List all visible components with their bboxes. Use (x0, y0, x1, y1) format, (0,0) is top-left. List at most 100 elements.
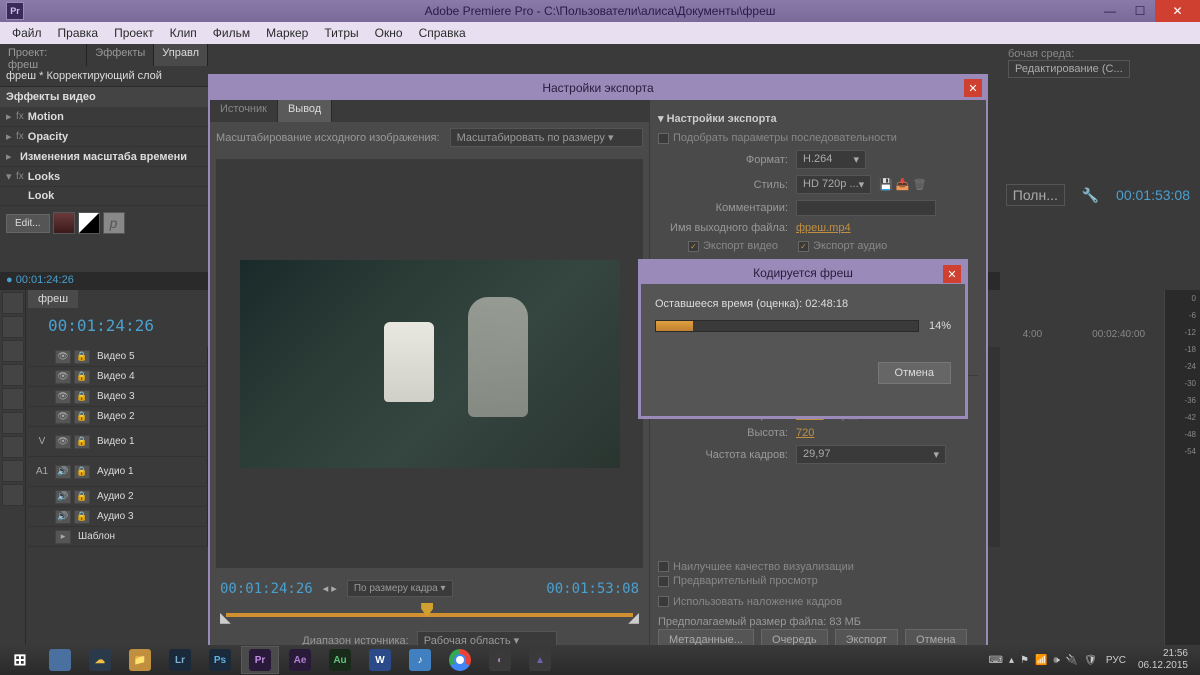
hand-tool[interactable] (2, 460, 24, 482)
frame-blend-check[interactable]: Использовать наложение кадров (658, 596, 842, 608)
format-dropdown[interactable]: H.264▾ (796, 150, 866, 169)
eye-icon[interactable]: 👁 (55, 350, 71, 364)
export-audio-check[interactable]: ✓Экспорт аудио (798, 240, 887, 252)
fps-dropdown[interactable]: 29,97▾ (796, 445, 946, 464)
encoding-cancel-button[interactable]: Отмена (878, 362, 951, 384)
mute-icon[interactable]: 🔊 (55, 465, 71, 479)
tab-project[interactable]: Проект: фреш (0, 44, 87, 66)
taskbar-app[interactable]: W (361, 646, 399, 674)
tray-icon[interactable]: 🕪 (1053, 655, 1059, 666)
workspace-dropdown[interactable]: Редактирование (С... (1008, 60, 1130, 78)
preview-tc-out[interactable]: 00:01:53:08 (546, 581, 639, 597)
taskbar-app[interactable]: Ae (281, 646, 319, 674)
tab-effects[interactable]: Эффекты (87, 44, 154, 66)
clock[interactable]: 21:56 06.12.2015 (1132, 648, 1194, 672)
tray-icon[interactable]: 📶 (1035, 655, 1047, 666)
taskbar-app[interactable]: Lr (161, 646, 199, 674)
output-name-link[interactable]: фреш.mp4 (796, 222, 851, 234)
minimize-button[interactable]: — (1095, 0, 1125, 22)
encoding-titlebar[interactable]: Кодируется фреш ✕ (641, 262, 965, 284)
eye-icon[interactable]: 👁 (55, 370, 71, 384)
best-quality-check[interactable]: Наилучшее качество визуализации (658, 561, 854, 573)
close-button[interactable]: ✕ (1155, 0, 1200, 22)
export-close-button[interactable]: ✕ (964, 79, 982, 97)
look-thumb-2[interactable] (78, 212, 100, 234)
taskbar-app[interactable]: Pr (241, 646, 279, 674)
lock-icon[interactable]: 🔒 (74, 510, 90, 524)
tab-output[interactable]: Вывод (278, 100, 332, 122)
preview-tc-in[interactable]: 00:01:24:26 (220, 581, 313, 597)
pen-tool[interactable] (2, 436, 24, 458)
slip-tool[interactable] (2, 412, 24, 434)
lock-icon[interactable]: 🔒 (74, 350, 90, 364)
look-thumb-1[interactable] (53, 212, 75, 234)
fit-dropdown[interactable]: По размеру кадра ▾ (347, 580, 453, 597)
lock-icon[interactable]: 🔒 (74, 390, 90, 404)
in-point-icon[interactable]: ◣ (220, 609, 231, 626)
taskbar-app[interactable]: ☁ (81, 646, 119, 674)
play-icon[interactable]: ◂ ▸ (323, 582, 337, 595)
menu-sequence[interactable]: Фильм (205, 24, 258, 42)
menu-edit[interactable]: Правка (50, 24, 107, 42)
tab-effect-controls[interactable]: Управл (154, 44, 208, 66)
effect-looks[interactable]: ▾fxLooks (0, 167, 208, 187)
menu-clip[interactable]: Клип (162, 24, 205, 42)
taskbar-app[interactable]: Ps (201, 646, 239, 674)
menu-file[interactable]: Файл (4, 24, 50, 42)
quality-dropdown[interactable]: Полн... (1006, 184, 1065, 206)
razor-tool[interactable] (2, 388, 24, 410)
eye-icon[interactable]: 👁 (55, 410, 71, 424)
preview-timeline[interactable]: ◣ ◢ (220, 603, 639, 627)
export-video-check[interactable]: ✓Экспорт видео (688, 240, 778, 252)
scale-dropdown[interactable]: Масштабировать по размеру ▾ (450, 128, 643, 147)
menu-window[interactable]: Окно (367, 24, 411, 42)
preset-dropdown[interactable]: HD 720p ...▾ (796, 175, 871, 194)
menu-marker[interactable]: Маркер (258, 24, 316, 42)
effect-motion[interactable]: ▸fxMotion (0, 107, 208, 127)
effect-time-remap[interactable]: ▸Изменения масштаба времени (0, 147, 208, 167)
comments-input[interactable] (796, 200, 936, 216)
tab-source[interactable]: Источник (210, 100, 278, 122)
language-indicator[interactable]: РУС (1106, 655, 1126, 666)
use-preview-check[interactable]: Предварительный просмотр (658, 575, 818, 587)
timeline-tab[interactable]: фреш (28, 290, 78, 308)
mute-icon[interactable]: 🔊 (55, 490, 71, 504)
tray-icon[interactable]: 🛡 (1084, 655, 1097, 666)
selection-tool[interactable] (2, 292, 24, 314)
effect-opacity[interactable]: ▸fxOpacity (0, 127, 208, 147)
export-dialog-titlebar[interactable]: Настройки экспорта ✕ (210, 76, 986, 100)
taskbar-app[interactable]: ◐ (481, 646, 519, 674)
taskbar-app[interactable]: Au (321, 646, 359, 674)
menu-help[interactable]: Справка (411, 24, 474, 42)
ripple-tool[interactable] (2, 340, 24, 362)
rate-stretch-tool[interactable] (2, 364, 24, 386)
out-point-icon[interactable]: ◢ (628, 609, 639, 626)
save-preset-icon[interactable]: 💾 📥 🗑 (879, 178, 926, 191)
lock-icon[interactable]: 🔒 (74, 465, 90, 479)
eye-icon[interactable]: 👁 (55, 390, 71, 404)
taskbar-app[interactable] (41, 646, 79, 674)
mute-icon[interactable]: 🔊 (55, 510, 71, 524)
encoding-close-button[interactable]: ✕ (943, 265, 961, 283)
menu-title[interactable]: Титры (316, 24, 366, 42)
lock-icon[interactable]: 🔒 (74, 490, 90, 504)
start-button[interactable]: ⊞ (1, 646, 39, 674)
taskbar-app[interactable]: 📁 (121, 646, 159, 674)
taskbar-app[interactable]: ▲ (521, 646, 559, 674)
look-thumb-3[interactable]: p (103, 212, 125, 234)
tray-icon[interactable]: ⌨ (989, 655, 1003, 666)
effect-look-sub[interactable]: Look (0, 187, 208, 206)
tray-icon[interactable]: 🔌 (1066, 655, 1078, 666)
zoom-tool[interactable] (2, 484, 24, 506)
lock-icon[interactable]: 🔒 (74, 435, 90, 449)
tray-icon[interactable]: ▴ (1009, 655, 1014, 666)
tray-icon[interactable]: ⚑ (1020, 655, 1029, 666)
edit-button[interactable]: Edit... (6, 214, 50, 233)
maximize-button[interactable]: ☐ (1125, 0, 1155, 22)
eye-icon[interactable]: 👁 (55, 435, 71, 449)
lock-icon[interactable]: 🔒 (74, 370, 90, 384)
lock-icon[interactable]: 🔒 (74, 410, 90, 424)
track-select-tool[interactable] (2, 316, 24, 338)
menu-project[interactable]: Проект (106, 24, 162, 42)
taskbar-app[interactable] (441, 646, 479, 674)
